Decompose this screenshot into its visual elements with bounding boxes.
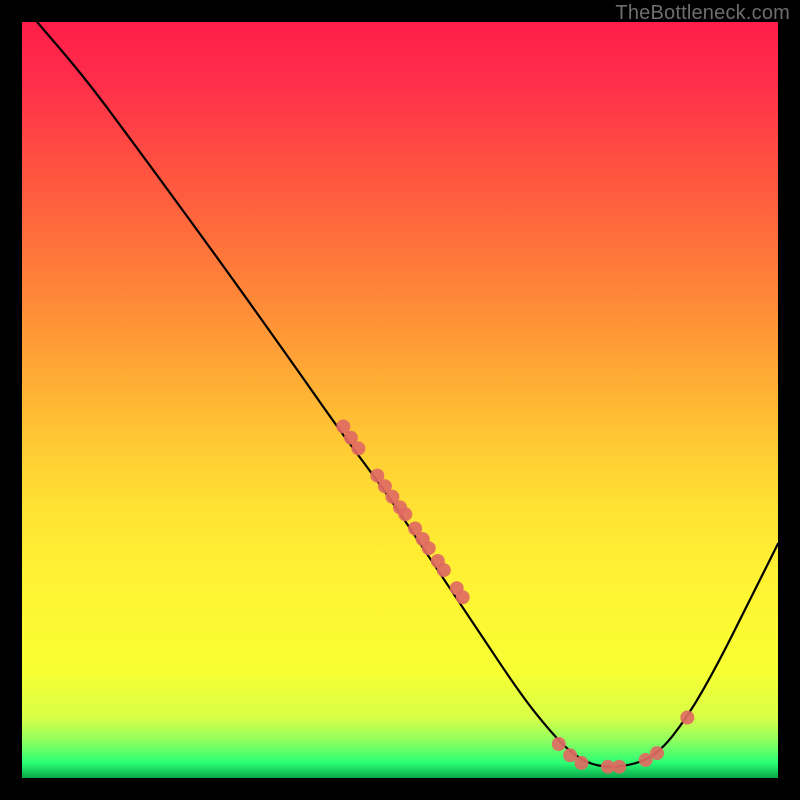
data-point — [552, 737, 566, 751]
data-point — [574, 756, 588, 770]
chart-svg — [22, 22, 778, 778]
data-markers — [336, 420, 694, 774]
data-point — [351, 441, 365, 455]
data-point — [612, 760, 626, 774]
data-point — [680, 711, 694, 725]
plot-area — [22, 22, 778, 778]
data-point — [422, 541, 436, 555]
data-point — [650, 746, 664, 760]
data-point — [437, 563, 451, 577]
chart-frame: TheBottleneck.com — [0, 0, 800, 800]
bottleneck-curve — [37, 22, 778, 767]
data-point — [398, 507, 412, 521]
data-point — [456, 590, 470, 604]
